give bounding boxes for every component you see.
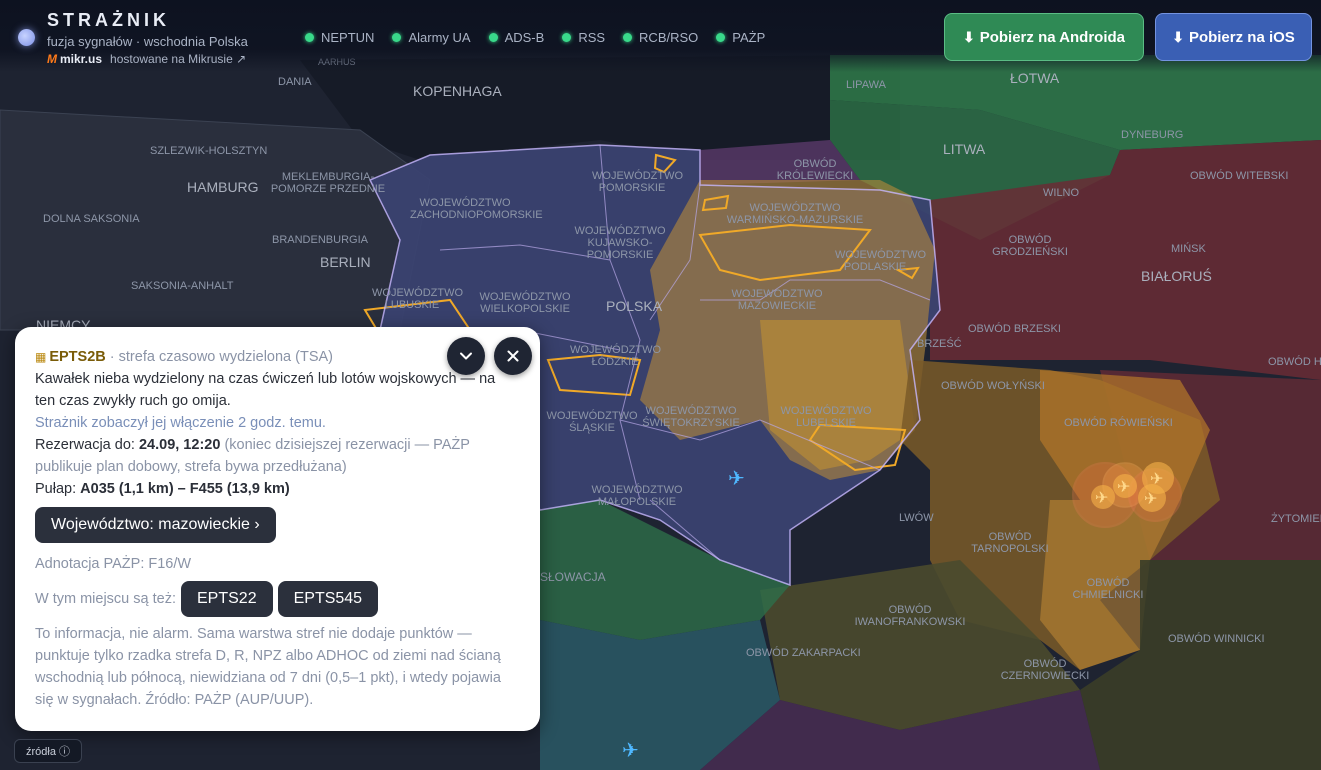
download-ios-button[interactable]: ⬇ Pobierz na iOS bbox=[1155, 13, 1312, 61]
brand-logo-icon bbox=[18, 29, 35, 46]
source-label: ADS-B bbox=[504, 30, 545, 45]
host-text: hostowane na Mikrusie ↗ bbox=[110, 52, 247, 66]
drone-icon: ✈ bbox=[1117, 477, 1130, 496]
region-germany bbox=[0, 109, 431, 331]
ceiling-label: Pułap: bbox=[35, 481, 77, 497]
status-dot-icon bbox=[488, 33, 498, 42]
status-dot-icon bbox=[562, 33, 572, 42]
sources-info-button[interactable]: źródła ⓘ bbox=[14, 739, 82, 763]
source-status-alarmy-ua[interactable]: Alarmy UA bbox=[392, 30, 471, 45]
host-link[interactable]: M mikr.us hostowane na Mikrusie ↗ bbox=[47, 52, 246, 66]
aircraft-icon: ✈ bbox=[728, 466, 745, 490]
source-label: RCB/RSO bbox=[639, 30, 699, 45]
zone-description: Kawałek nieba wydzielony na czas ćwiczeń… bbox=[35, 371, 496, 409]
collapse-panel-button[interactable] bbox=[447, 337, 485, 375]
reservation-row: Rezerwacja do: 24.09, 12:20 (koniec dzis… bbox=[35, 434, 520, 478]
close-panel-button[interactable] bbox=[494, 337, 532, 375]
also-zones-row: W tym miejscu są też: EPTS22 EPTS545 bbox=[35, 581, 520, 617]
drone-icon: ✈ bbox=[1095, 488, 1108, 507]
status-dot-icon bbox=[623, 33, 633, 42]
status-dot-icon bbox=[392, 33, 402, 42]
zone-id: EPTS2B bbox=[49, 349, 106, 365]
source-label: RSS bbox=[578, 30, 606, 45]
voivodeship-button[interactable]: Województwo: mazowieckie › bbox=[35, 507, 276, 543]
zone-chip-epts22[interactable]: EPTS22 bbox=[181, 581, 273, 617]
reservation-label: Rezerwacja do: bbox=[35, 437, 135, 453]
download-arrow-icon: ⬇ bbox=[962, 28, 975, 45]
status-dot-icon bbox=[305, 33, 314, 42]
download-arrow-icon: ⬇ bbox=[1172, 28, 1184, 45]
source-label: PAŻP bbox=[732, 30, 766, 45]
status-dot-icon bbox=[716, 33, 726, 42]
close-icon bbox=[507, 350, 519, 362]
source-label: Alarmy UA bbox=[408, 30, 471, 45]
source-label: NEPTUN bbox=[321, 30, 375, 45]
source-status-ads-b[interactable]: ADS-B bbox=[488, 30, 545, 45]
app-subtitle: fuzja sygnałów · wschodnia Polska bbox=[47, 34, 248, 49]
reservation-value: 24.09, 12:20 bbox=[138, 437, 221, 453]
mikrus-logo-icon: M bbox=[47, 52, 57, 66]
zone-chip-epts545[interactable]: EPTS545 bbox=[277, 581, 379, 617]
source-status-neptun[interactable]: NEPTUN bbox=[305, 30, 374, 45]
host-name: mikr.us bbox=[60, 52, 103, 66]
also-label: W tym miejscu są też: bbox=[35, 591, 176, 607]
download-android-label: Pobierz na Androida bbox=[979, 28, 1126, 46]
panel-footer-text: To informacja, nie alarm. Sama warstwa s… bbox=[35, 626, 501, 708]
annotation-text: Adnotacja PAŻP: F16/W bbox=[35, 556, 192, 572]
ceiling-row: Pułap: A035 (1,1 km) – F455 (13,9 km) bbox=[35, 478, 520, 500]
zone-type: · strefa czasowo wydzielona (TSA) bbox=[109, 349, 334, 365]
zone-info-panel: ▦ EPTS2B · strefa czasowo wydzielona (TSA… bbox=[15, 327, 540, 731]
download-android-button[interactable]: ⬇ Pobierz na Androida bbox=[944, 13, 1144, 61]
download-ios-label: Pobierz na iOS bbox=[1188, 28, 1295, 46]
source-status-list: NEPTUN Alarmy UA ADS-B RSS RCB/RSO PAŻP bbox=[305, 30, 783, 45]
aircraft-icon: ✈ bbox=[622, 738, 639, 762]
source-status-rss[interactable]: RSS bbox=[562, 30, 605, 45]
zone-grid-icon: ▦ bbox=[35, 350, 47, 364]
drone-icon: ✈ bbox=[1144, 489, 1157, 508]
source-status-pazp[interactable]: PAŻP bbox=[716, 30, 765, 45]
chevron-down-icon bbox=[460, 352, 472, 360]
voivodeship-row: Województwo: mazowieckie › bbox=[35, 507, 520, 543]
drone-icon: ✈ bbox=[1150, 469, 1163, 488]
app-title: STRAŻNIK bbox=[47, 10, 170, 30]
zone-seen-text: Strażnik zobaczył jej włączenie 2 godz. … bbox=[35, 415, 326, 431]
source-status-rcb-rso[interactable]: RCB/RSO bbox=[623, 30, 698, 45]
top-bar: STRAŻNIK fuzja sygnałów · wschodnia Pols… bbox=[0, 0, 1321, 72]
ceiling-value: A035 (1,1 km) – F455 (13,9 km) bbox=[80, 481, 290, 497]
